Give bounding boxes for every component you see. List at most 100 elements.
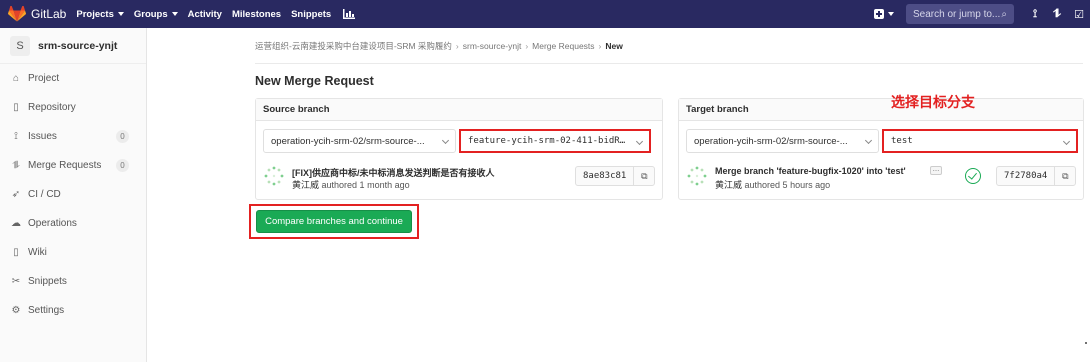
source-branch-panel: Source branch operation-ycih-srm-02/srm-… xyxy=(255,98,663,200)
source-branch-value: feature-ycih-srm-02-411-bidR… xyxy=(468,136,626,146)
chevron-down-icon xyxy=(117,12,124,16)
chevron-down-icon xyxy=(171,12,178,16)
new-dropdown-button[interactable] xyxy=(874,9,894,19)
sidebar-item-label: Operations xyxy=(28,218,77,229)
sidebar-item-merge-requests[interactable]: ⥮ Merge Requests 0 xyxy=(0,151,146,180)
sidebar-item-operations[interactable]: ☁ Operations xyxy=(0,209,146,238)
breadcrumb-group[interactable]: 运营组织-云南建投采购中台建设项目-SRM 采购履约 xyxy=(255,41,452,51)
sidebar-item-label: Issues xyxy=(28,131,57,142)
target-branch-value: test xyxy=(891,136,913,146)
commit-sha[interactable]: 7f2780a4 xyxy=(997,167,1056,185)
nav-groups[interactable]: Groups xyxy=(134,9,178,20)
breadcrumb-project[interactable]: srm-source-ynjt xyxy=(463,41,522,51)
page-title: New Merge Request xyxy=(255,74,374,88)
merge-requests-count-badge: 0 xyxy=(116,159,129,172)
sidebar-item-wiki[interactable]: ▯ Wiki xyxy=(0,238,146,267)
project-name: srm-source-ynjt xyxy=(38,39,118,52)
target-branch-panel: Target branch operation-ycih-srm-02/srm-… xyxy=(678,98,1084,200)
chevron-down-icon xyxy=(635,137,644,146)
sidebar-item-label: CI / CD xyxy=(28,189,61,200)
main-content: 运营组织-云南建投采购中台建设项目-SRM 采购履约 › srm-source-yn… xyxy=(148,28,1090,362)
chevron-down-icon xyxy=(888,12,894,16)
nav-milestones[interactable]: Milestones xyxy=(232,9,281,20)
todos-icon[interactable]: ☑ xyxy=(1068,8,1090,21)
copy-icon[interactable]: ⧉ xyxy=(1055,167,1075,185)
breadcrumb: 运营组织-云南建投采购中台建设项目-SRM 采购履约 › srm-source-yn… xyxy=(255,40,623,52)
search-input[interactable]: Search or jump to... ⌕ xyxy=(906,4,1014,24)
sidebar-item-settings[interactable]: ⚙ Settings xyxy=(0,296,146,325)
chevron-down-icon xyxy=(1062,137,1071,146)
chevron-down-icon xyxy=(864,136,873,145)
sidebar-item-label: Snippets xyxy=(28,276,67,287)
search-icon: ⌕ xyxy=(1001,8,1007,20)
gitlab-logo[interactable]: GitLab xyxy=(8,0,76,28)
nav-groups-label: Groups xyxy=(133,8,168,20)
plus-square-icon xyxy=(874,9,884,19)
commit-author[interactable]: 黄江威 xyxy=(715,180,742,190)
sidebar-item-project[interactable]: ⌂ Project xyxy=(0,64,146,93)
nav-projects[interactable]: Projects xyxy=(76,9,124,20)
source-commit: [FIX]供应商中标/未中标消息发送判断是否有接收人 黄江威 authored … xyxy=(263,163,656,195)
scroll-indicator xyxy=(1085,342,1087,344)
target-branch-header: Target branch xyxy=(679,99,1083,121)
breadcrumb-current: New xyxy=(605,41,623,51)
merge-request-icon[interactable]: ⥮ xyxy=(1046,8,1068,21)
chevron-right-icon: › xyxy=(525,41,529,51)
commit-time: authored 5 hours ago xyxy=(744,180,831,190)
breadcrumb-section[interactable]: Merge Requests xyxy=(532,41,594,51)
sidebar-item-repository[interactable]: ▯ Repository xyxy=(0,93,146,122)
commit-meta: 黄江威 authored 5 hours ago xyxy=(715,178,830,191)
copy-icon[interactable]: ⧉ xyxy=(634,167,654,185)
project-sidebar: S srm-source-ynjt ⌂ Project ▯ Repository ⟟… xyxy=(0,28,147,362)
rocket-icon: ➶ xyxy=(11,189,21,200)
tanuki-icon xyxy=(8,6,26,22)
target-project-select[interactable]: operation-ycih-srm-02/srm-source-... xyxy=(686,129,879,153)
identicon-avatar xyxy=(687,166,707,186)
compare-branches-button[interactable]: Compare branches and continue xyxy=(256,210,412,233)
sidebar-item-label: Project xyxy=(28,73,60,84)
cloud-gear-icon: ☁ xyxy=(11,218,21,229)
source-branch-select[interactable]: feature-ycih-srm-02-411-bidR… xyxy=(459,129,651,153)
sidebar-item-label: Repository xyxy=(28,102,76,113)
identicon-avatar xyxy=(264,166,284,186)
target-commit: Merge branch 'feature-bugfix-1020' into … xyxy=(686,163,1077,195)
commit-sha-group: 7f2780a4 ⧉ xyxy=(996,166,1077,186)
search-placeholder: Search or jump to... xyxy=(913,8,1001,20)
commit-title[interactable]: Merge branch 'feature-bugfix-1020' into … xyxy=(715,166,906,176)
merge-request-icon: ⥮ xyxy=(12,160,20,171)
chevron-right-icon: › xyxy=(455,41,459,51)
sidebar-item-issues[interactable]: ⟟ Issues 0 xyxy=(0,122,146,151)
divider xyxy=(255,63,1083,64)
commit-meta: 黄江威 authored 1 month ago xyxy=(292,178,410,191)
target-branch-select[interactable]: test xyxy=(882,129,1078,153)
annotation-select-target-branch: 选择目标分支 xyxy=(891,95,975,111)
top-navbar: GitLab Projects Groups Activity Mileston… xyxy=(0,0,1090,28)
source-project-value: operation-ycih-srm-02/srm-source-... xyxy=(271,135,425,147)
book-icon: ▯ xyxy=(13,102,19,113)
commit-author[interactable]: 黄江威 xyxy=(292,180,319,190)
sidebar-item-label: Settings xyxy=(28,305,65,316)
nav-activity[interactable]: Activity xyxy=(188,9,222,20)
chart-icon xyxy=(343,9,356,19)
sidebar-project-header[interactable]: S srm-source-ynjt xyxy=(0,28,146,64)
sidebar-item-ci-cd[interactable]: ➶ CI / CD xyxy=(0,180,146,209)
gitlab-wordmark: GitLab xyxy=(31,7,67,21)
chevron-down-icon xyxy=(441,136,450,145)
sidebar-item-snippets[interactable]: ✂ Snippets xyxy=(0,267,146,296)
issues-icon: ⟟ xyxy=(14,131,18,142)
pipeline-passed-icon[interactable] xyxy=(965,168,981,184)
nav-analytics[interactable] xyxy=(341,9,356,19)
home-icon: ⌂ xyxy=(12,73,20,84)
avatar: S xyxy=(10,35,30,56)
nav-snippets[interactable]: Snippets xyxy=(291,9,331,20)
ellipsis-icon[interactable]: … xyxy=(930,166,942,175)
gear-icon: ⚙ xyxy=(11,305,21,316)
source-project-select[interactable]: operation-ycih-srm-02/srm-source-... xyxy=(263,129,456,153)
issues-count-badge: 0 xyxy=(116,130,129,143)
nav-projects-label: Projects xyxy=(76,8,114,20)
scissors-icon: ✂ xyxy=(11,276,21,287)
commit-sha[interactable]: 8ae83c81 xyxy=(576,167,635,185)
issues-icon[interactable]: ⟟ xyxy=(1024,8,1046,21)
highlight-box: Compare branches and continue xyxy=(249,204,419,239)
chevron-right-icon: › xyxy=(598,41,602,51)
